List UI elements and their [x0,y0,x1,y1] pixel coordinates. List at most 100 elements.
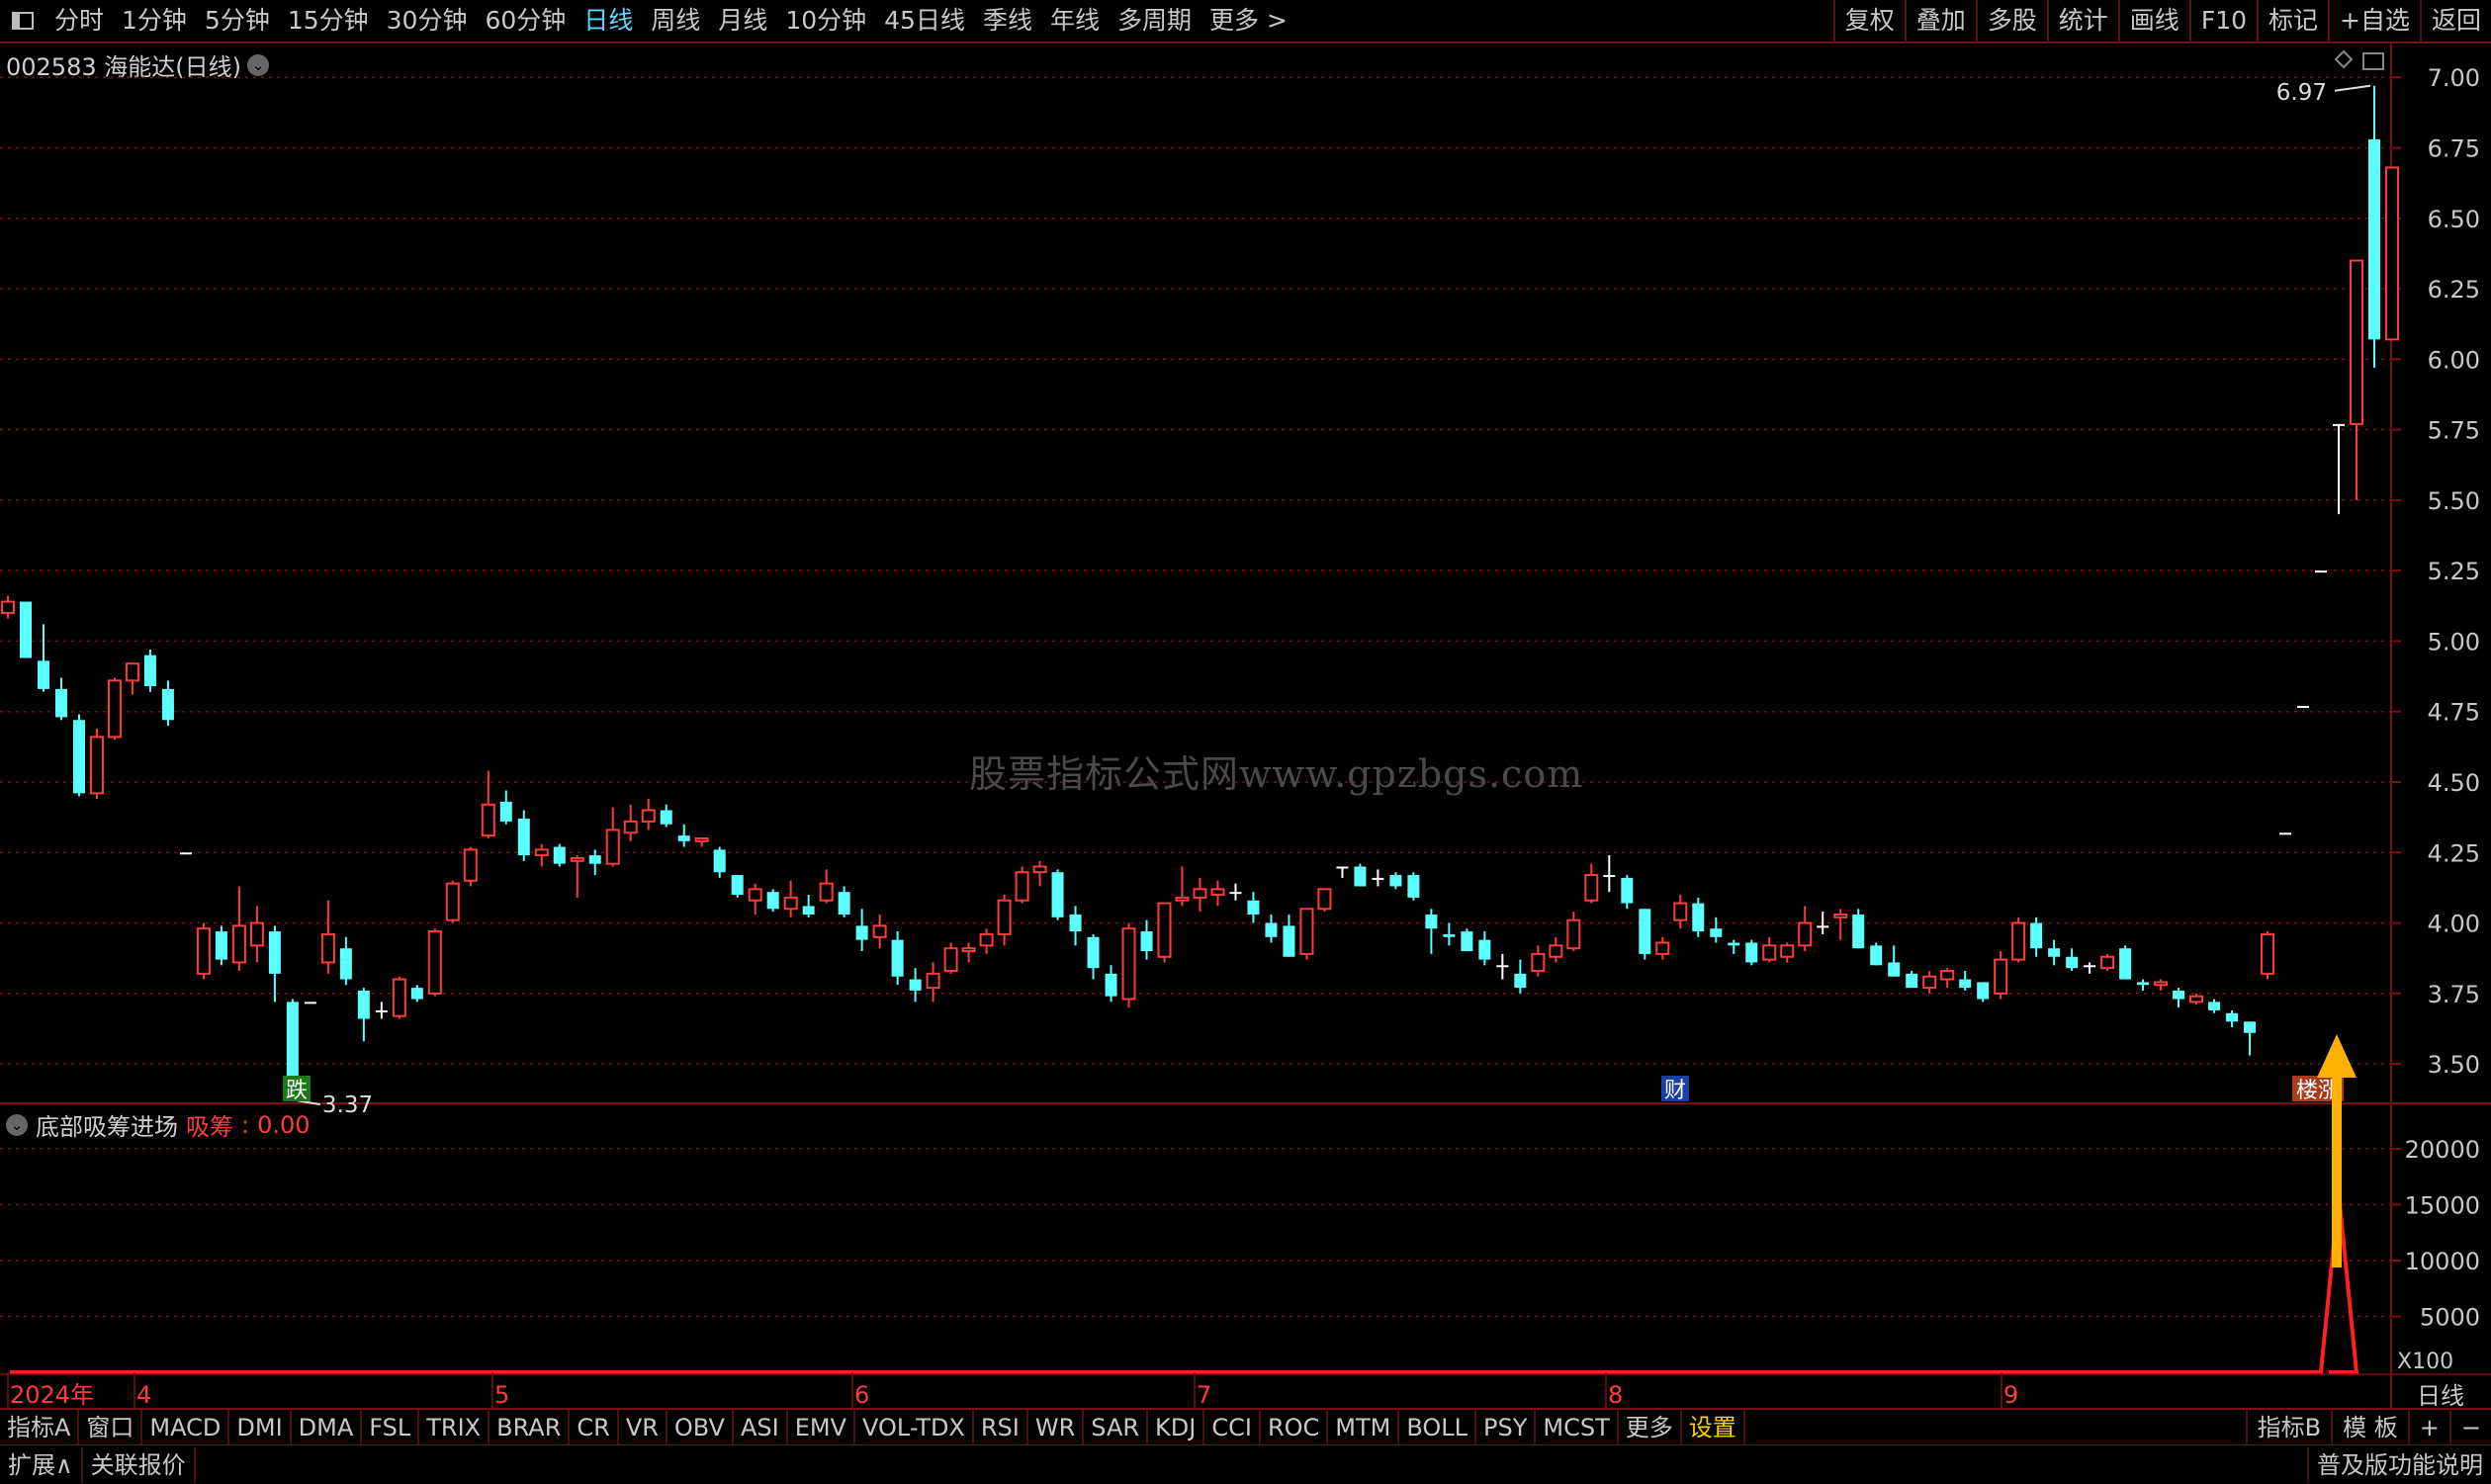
candle-body [1354,866,1367,887]
candle-body [231,924,246,964]
candle [2119,945,2132,980]
indicator-tab-3[interactable]: DMI [229,1409,292,1445]
candle-body [838,892,850,915]
candle [339,936,352,986]
candle [481,770,495,838]
indicator-tab-23[interactable]: MCST [1536,1409,1619,1445]
indicator-tab-1[interactable]: 窗口 [79,1409,143,1445]
month-label: 5 [494,1381,509,1408]
candle [72,714,85,797]
candle [392,976,406,1019]
indicator-tab-22[interactable]: PSY [1476,1409,1537,1445]
candle-body [2261,932,2275,975]
candle [1639,909,1651,960]
candle-body [641,809,656,823]
related-quote-button[interactable]: 关联报价 [83,1447,196,1483]
candle [107,677,122,741]
indicator-tab-19[interactable]: ROC [1261,1409,1329,1445]
candle-body [1603,875,1616,878]
candle [1087,933,1100,980]
indicator-right-button-0[interactable]: 指标B [2245,1409,2331,1445]
candle [1407,872,1420,901]
candle-body [196,927,211,975]
price-tick-label: 4.00 [2428,911,2480,938]
volume-tick-label: 10000 [2405,1248,2480,1275]
indicator-tab-20[interactable]: MTM [1328,1409,1400,1445]
indicator-tab-2[interactable]: MACD [142,1409,230,1445]
indicator-right-button-1[interactable]: 模 板 [2331,1409,2408,1445]
candle-body [1496,965,1509,968]
candle [1531,945,1546,977]
chevron-down-icon[interactable]: ⌄ [6,1113,28,1136]
candle-body [1,600,15,614]
candle-body [1105,973,1117,997]
indicator-tab-16[interactable]: SAR [1084,1409,1149,1445]
indicator-tab-21[interactable]: BOLL [1399,1409,1477,1445]
indicator-tab-8[interactable]: CR [570,1409,619,1445]
indicator-tab-14[interactable]: RSI [974,1409,1028,1445]
candle-body [1407,875,1420,898]
indicator-tab-9[interactable]: VR [619,1409,667,1445]
expand-button[interactable]: 扩展∧ [0,1447,83,1483]
candle [1193,877,1207,913]
candle-body [268,931,281,974]
candle-body [2066,956,2079,969]
candle [179,852,192,855]
indicator-tab-15[interactable]: WR [1028,1409,1085,1445]
candle [320,900,335,974]
candle-body [1728,942,1740,946]
indicator-tab-25[interactable]: 设置 [1682,1409,1745,1445]
candle [410,985,423,1003]
candle-body [855,925,868,940]
candle-body [2084,965,2096,968]
period-label: 日线 [2417,1382,2464,1408]
candle-body [2030,922,2043,949]
candle-body [534,848,549,857]
candle [660,804,672,828]
indicator-tab-0[interactable]: 指标A [0,1409,80,1445]
indicator-right-button-3[interactable]: − [2448,1409,2491,1445]
candle-body [125,662,139,682]
candle [1069,906,1082,946]
candle [997,895,1012,946]
candle-body [2279,832,2292,835]
candle-body [249,921,264,947]
candle-body [1032,865,1047,874]
candle-body [2226,1012,2239,1022]
candle [748,883,762,915]
candle-body [1994,958,2008,995]
indicator-tab-12[interactable]: EMV [788,1409,855,1445]
candle [1478,931,1491,966]
candle [1959,971,1972,991]
price-tick-label: 5.00 [2428,628,2480,655]
candle-body [1584,874,1599,902]
indicator-tab-10[interactable]: OBV [667,1409,734,1445]
indicator-tab-24[interactable]: 更多 [1619,1409,1682,1445]
candle [605,807,620,867]
candle-body [427,930,442,995]
candle [731,875,744,898]
indicator-right-button-2[interactable]: + [2407,1409,2449,1445]
indicator-tab-17[interactable]: KDJ [1148,1409,1205,1445]
candle-body [392,978,406,1017]
candle-body [553,846,566,864]
candle-body [1531,952,1546,972]
indicator-tab-18[interactable]: CCI [1204,1409,1261,1445]
candle [2384,166,2399,341]
help-link[interactable]: 普及版功能说明 [2307,1447,2491,1483]
candle [623,804,638,841]
indicator-tab-5[interactable]: FSL [362,1409,420,1445]
indicator-tab-4[interactable]: DMA [292,1409,363,1445]
indicator-tab-6[interactable]: TRIX [419,1409,490,1445]
candle-body [161,688,174,721]
candle-body [943,947,958,972]
candle [2189,993,2204,1005]
candle [1265,914,1278,943]
indicator-tab-7[interactable]: BRAR [489,1409,571,1445]
candle [375,1002,388,1019]
indicator-tab-11[interactable]: ASI [734,1409,788,1445]
indicator-tab-13[interactable]: VOL-TDX [855,1409,974,1445]
candle-body [2119,948,2132,980]
price-tick-label: 5.75 [2428,417,2480,445]
candle-body [731,875,744,896]
